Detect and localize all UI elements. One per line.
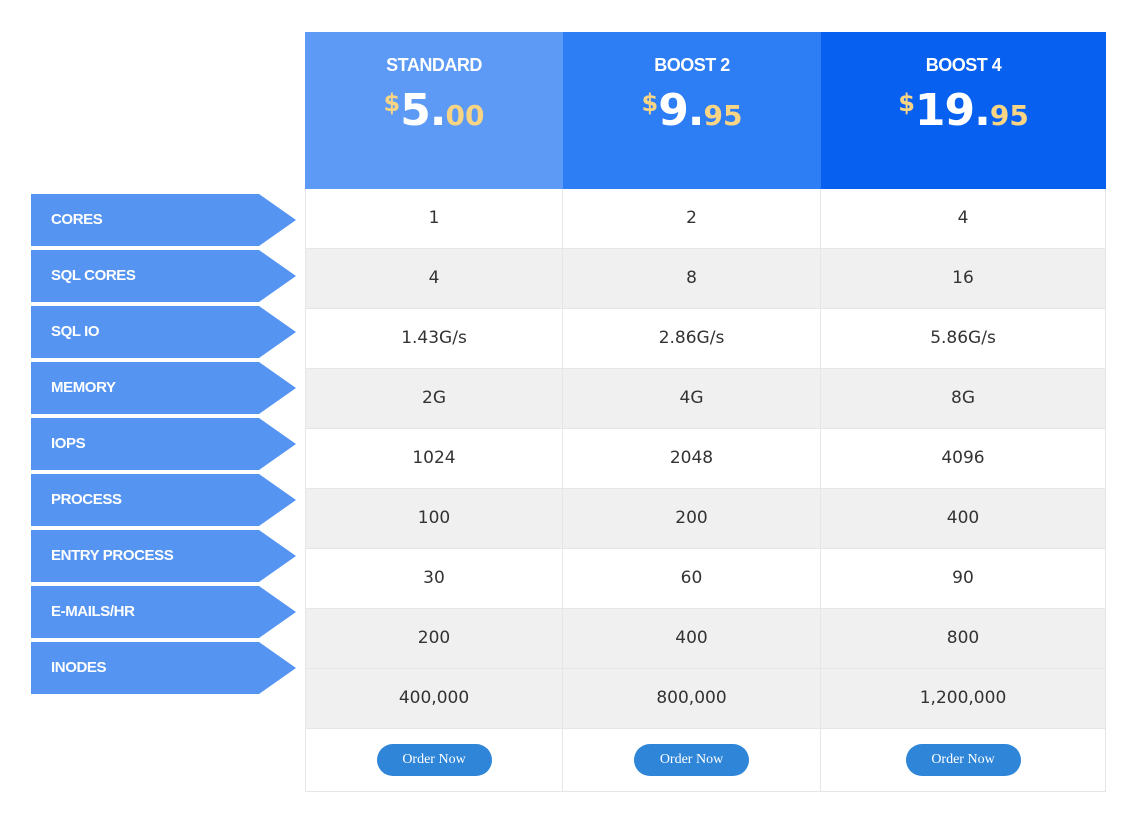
table-cell: 800,000 <box>563 669 821 728</box>
table-cell: 2048 <box>563 429 821 488</box>
table-cell: 800 <box>821 609 1106 668</box>
table-cell: 8 <box>563 249 821 308</box>
table-cell: 1 <box>305 189 563 248</box>
feature-label-text: INODES <box>51 659 107 676</box>
table-cell: 60 <box>563 549 821 608</box>
pricing-table: STANDARD $5.00 BOOST 2 $9.95 BOOST 4 $19… <box>305 32 1106 792</box>
feature-label-sql-cores: SQL CORES <box>31 250 296 302</box>
price-whole: 19. <box>914 85 991 136</box>
table-cell: 5.86G/s <box>821 309 1106 368</box>
plan-name: STANDARD <box>386 55 482 75</box>
table-row-inodes: 400,000 800,000 1,200,000 <box>305 669 1106 729</box>
feature-label-text: MEMORY <box>51 379 116 396</box>
table-row-sql-cores: 4 8 16 <box>305 249 1106 309</box>
plan-header-standard: STANDARD $5.00 <box>305 32 563 189</box>
feature-label-sql-io: SQL IO <box>31 306 296 358</box>
table-cell: 30 <box>305 549 563 608</box>
price-whole: 9. <box>658 85 704 136</box>
price-cents: 00 <box>445 99 485 132</box>
table-cell: 2 <box>563 189 821 248</box>
arrow-right-icon <box>259 474 296 526</box>
feature-label-entry-process: ENTRY PROCESS <box>31 530 296 582</box>
table-row-entry-process: 30 60 90 <box>305 549 1106 609</box>
feature-label-text: PROCESS <box>51 491 122 508</box>
arrow-right-icon <box>259 418 296 470</box>
feature-label-text: ENTRY PROCESS <box>51 547 174 564</box>
plan-name: BOOST 2 <box>654 55 730 75</box>
table-cell: 90 <box>821 549 1106 608</box>
order-now-button-boost-2[interactable]: Order Now <box>634 744 749 776</box>
table-cell: 1024 <box>305 429 563 488</box>
table-cell: 2G <box>305 369 563 428</box>
order-row: Order Now Order Now Order Now <box>305 729 1106 792</box>
feature-label-memory: MEMORY <box>31 362 296 414</box>
table-row-process: 100 200 400 <box>305 489 1106 549</box>
table-cell: 4 <box>305 249 563 308</box>
table-row-emails-hr: 200 400 800 <box>305 609 1106 669</box>
price-currency: $ <box>383 89 401 117</box>
feature-label-iops: IOPS <box>31 418 296 470</box>
table-cell: 4G <box>563 369 821 428</box>
arrow-right-icon <box>259 362 296 414</box>
arrow-right-icon <box>259 250 296 302</box>
arrow-right-icon <box>259 194 296 246</box>
table-cell: 16 <box>821 249 1106 308</box>
feature-label-inodes: INODES <box>31 642 296 694</box>
table-row-memory: 2G 4G 8G <box>305 369 1106 429</box>
price-cents: 95 <box>989 99 1029 132</box>
table-cell: 200 <box>305 609 563 668</box>
arrow-right-icon <box>259 306 296 358</box>
table-cell: 400 <box>563 609 821 668</box>
feature-label-text: E-MAILS/HR <box>51 603 135 620</box>
arrow-right-icon <box>259 586 296 638</box>
price-currency: $ <box>898 89 915 117</box>
table-cell: 8G <box>821 369 1106 428</box>
arrow-right-icon <box>259 530 296 582</box>
plan-price: $19.95 <box>821 89 1106 133</box>
table-cell: 4 <box>821 189 1106 248</box>
table-row-cores: 1 2 4 <box>305 189 1106 249</box>
order-now-button-standard[interactable]: Order Now <box>376 744 492 776</box>
table-cell: 4096 <box>821 429 1106 488</box>
plan-price: $5.00 <box>305 89 563 133</box>
order-cell: Order Now <box>563 729 821 791</box>
price-whole: 5. <box>400 85 446 136</box>
plan-price: $9.95 <box>563 89 821 133</box>
plan-header-boost-2: BOOST 2 $9.95 <box>563 32 821 189</box>
price-currency: $ <box>641 89 659 117</box>
plan-name: BOOST 4 <box>925 55 1002 75</box>
table-cell: 1.43G/s <box>305 309 563 368</box>
order-cell: Order Now <box>821 729 1106 791</box>
feature-label-text: CORES <box>51 211 103 228</box>
feature-label-cores: CORES <box>31 194 296 246</box>
feature-label-text: IOPS <box>51 435 86 452</box>
feature-label-text: SQL IO <box>51 323 100 340</box>
order-now-button-boost-4[interactable]: Order Now <box>905 744 1021 776</box>
arrow-right-icon <box>259 642 296 694</box>
feature-label-process: PROCESS <box>31 474 296 526</box>
plan-header-row: STANDARD $5.00 BOOST 2 $9.95 BOOST 4 $19… <box>305 32 1106 189</box>
plan-header-boost-4: BOOST 4 $19.95 <box>821 32 1106 189</box>
table-cell: 100 <box>305 489 563 548</box>
feature-label-emails-hr: E-MAILS/HR <box>31 586 296 638</box>
price-cents: 95 <box>703 99 743 132</box>
table-cell: 400 <box>821 489 1106 548</box>
table-row-sql-io: 1.43G/s 2.86G/s 5.86G/s <box>305 309 1106 369</box>
feature-labels: CORES SQL CORES SQL IO MEMORY IOPS PROCE… <box>31 190 301 698</box>
table-cell: 200 <box>563 489 821 548</box>
table-cell: 1,200,000 <box>821 669 1106 728</box>
table-cell: 400,000 <box>305 669 563 728</box>
table-cell: 2.86G/s <box>563 309 821 368</box>
feature-label-text: SQL CORES <box>51 267 136 284</box>
order-cell: Order Now <box>305 729 563 791</box>
table-row-iops: 1024 2048 4096 <box>305 429 1106 489</box>
